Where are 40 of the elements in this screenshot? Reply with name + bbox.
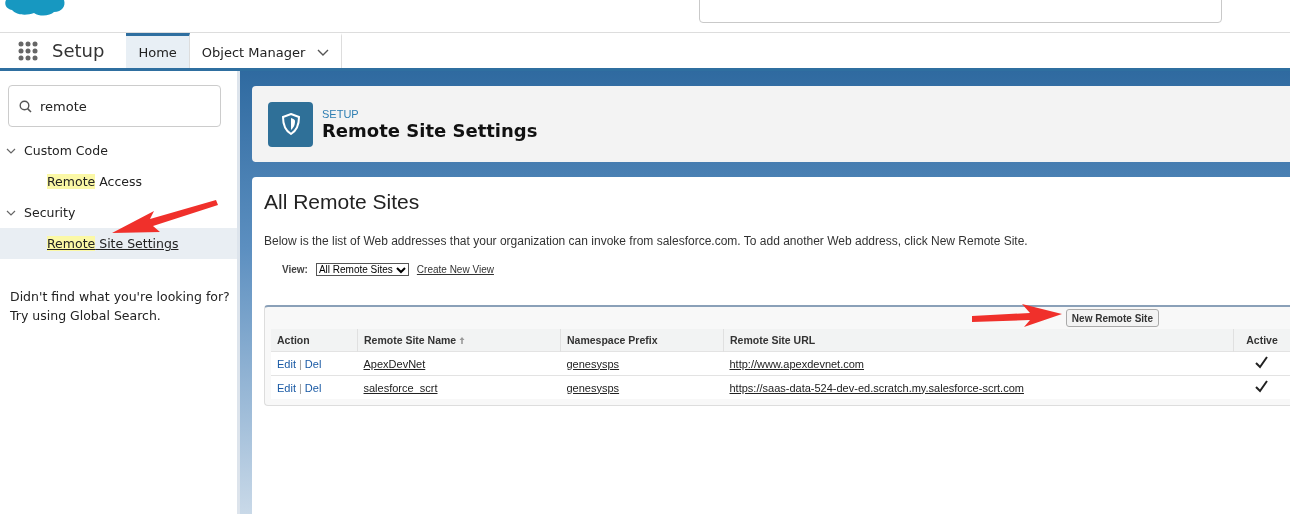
new-remote-site-button[interactable]: New Remote Site <box>1065 309 1159 327</box>
help-text: Try using Global Search. <box>10 307 161 325</box>
delete-link[interactable]: Del <box>304 357 322 370</box>
list-title: All Remote Sites <box>264 190 421 214</box>
page-title: Remote Site Settings <box>322 119 538 141</box>
app-name: Setup <box>51 39 106 63</box>
column-header[interactable]: Namespace Prefix <box>560 329 724 352</box>
delete-link[interactable]: Del <box>304 381 322 394</box>
tree-section[interactable]: Custom Code <box>24 143 108 158</box>
column-header[interactable]: Active <box>1233 329 1290 352</box>
site-name-link[interactable]: salesforce_scrt <box>363 381 438 394</box>
nav-tab[interactable]: Object Manager <box>189 33 343 68</box>
edit-link[interactable]: Edit <box>277 357 296 370</box>
tree-section[interactable]: Security <box>24 205 76 220</box>
help-text: Didn't find what you're looking for? <box>10 288 230 306</box>
view-label: View: <box>282 264 308 275</box>
shield-symbol-icon <box>280 113 301 135</box>
site-name-link[interactable]: ApexDevNet <box>363 357 426 370</box>
search-field[interactable]: remote <box>8 85 221 127</box>
chevron-down-icon[interactable] <box>317 47 330 57</box>
namespace-link[interactable]: genesysps <box>566 381 620 394</box>
app-launcher-icon[interactable] <box>18 41 38 61</box>
column-header[interactable]: Remote Site Name <box>357 329 561 352</box>
namespace-link[interactable]: genesysps <box>566 357 620 370</box>
eyebrow-text: SETUP <box>322 107 360 120</box>
column-header[interactable]: Action <box>271 329 358 352</box>
nav-tab[interactable]: Home <box>126 33 190 68</box>
separator-text: | <box>298 357 302 370</box>
description-text: Below is the list of Web addresses that your organization can invoke from salesforce.com. To add another Web address, click New Remote Site. <box>264 234 1029 248</box>
site-url-link[interactable]: http://www.apexdevnet.com <box>729 357 864 370</box>
view-select[interactable]: All Remote Sites <box>315 263 409 276</box>
logo-icon <box>2 0 66 18</box>
sort-up-icon <box>459 336 466 344</box>
column-header[interactable]: Remote Site URL <box>723 329 1234 352</box>
search-icon <box>19 99 32 113</box>
site-url-link[interactable]: https://saas-data-524-dev-ed.scratch.my.salesforce-scrt.com <box>729 381 1024 394</box>
caret-icon <box>395 265 406 274</box>
create-view-link[interactable]: Create New View <box>416 264 494 275</box>
edit-link[interactable]: Edit <box>277 381 296 394</box>
separator-text: | <box>298 381 302 394</box>
